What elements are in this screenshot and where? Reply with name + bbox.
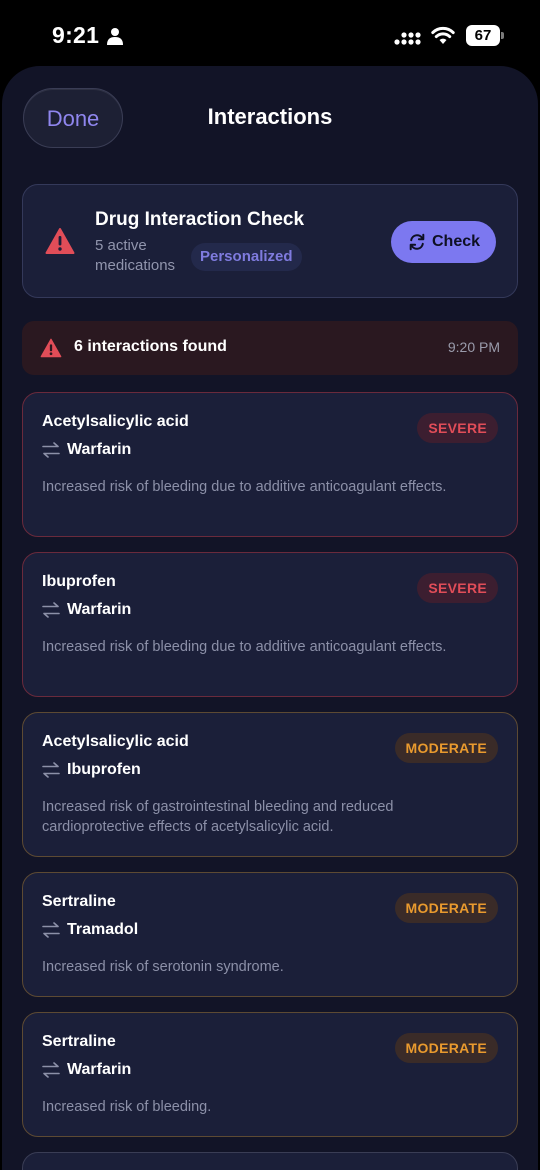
severity-badge: SEVERE <box>417 413 498 443</box>
interactions-found-text: 6 interactions found <box>74 338 227 355</box>
swap-arrows-icon <box>42 602 60 618</box>
interaction-card-partial[interactable] <box>22 1152 518 1170</box>
primary-drug: Sertraline <box>42 893 116 910</box>
battery-indicator: 67 <box>466 25 500 46</box>
person-icon <box>107 28 123 45</box>
swap-arrows-icon <box>42 922 60 938</box>
interacting-drug: Warfarin <box>67 601 132 618</box>
check-title: Drug Interaction Check <box>95 209 305 230</box>
swap-arrows-icon <box>42 1062 60 1078</box>
interacting-drug: Warfarin <box>67 1061 132 1078</box>
interaction-card[interactable]: Acetylsalicylic acid Warfarin Increased … <box>22 392 518 537</box>
interactions-sheet: Done Interactions Drug Interaction Check… <box>2 66 538 1170</box>
interactions-screen: 9:21 67 Done Interactions Drug Interacti… <box>0 0 540 1170</box>
severity-badge: MODERATE <box>394 733 498 763</box>
interacting-drug: Tramadol <box>67 921 139 938</box>
status-time: 9:21 <box>52 22 100 48</box>
refresh-icon <box>409 233 425 251</box>
check-button-label: Check <box>432 233 481 250</box>
interaction-card[interactable]: Sertraline Tramadol Increased risk of se… <box>22 872 518 997</box>
primary-drug: Ibuprofen <box>42 573 116 590</box>
interaction-description: Increased risk of bleeding. <box>42 1099 212 1115</box>
last-checked-time: 9:20 PM <box>447 339 500 355</box>
severity-badge: MODERATE <box>394 1033 498 1063</box>
swap-arrows-icon <box>42 762 60 778</box>
wifi-icon <box>431 26 455 44</box>
interacting-drug: Warfarin <box>67 441 132 458</box>
severity-badge: MODERATE <box>394 893 498 923</box>
swap-arrows-icon <box>42 442 60 458</box>
personalized-badge: Personalized <box>191 243 302 271</box>
check-button[interactable]: Check <box>391 221 496 263</box>
battery-cap <box>501 32 504 39</box>
interacting-drug: Ibuprofen <box>67 761 141 778</box>
active-medications-count: 5 active medications <box>95 237 176 274</box>
primary-drug: Sertraline <box>42 1033 116 1050</box>
interaction-check-card: Drug Interaction Check 5 active medicati… <box>22 184 518 298</box>
interactions-found-banner: 6 interactions found 9:20 PM <box>22 321 518 375</box>
interaction-description: Increased risk of bleeding due to additi… <box>42 479 447 495</box>
interaction-card[interactable]: Acetylsalicylic acid Ibuprofen Increased… <box>22 712 518 857</box>
primary-drug: Acetylsalicylic acid <box>42 413 189 430</box>
primary-drug: Acetylsalicylic acid <box>42 733 189 750</box>
warning-triangle-icon <box>40 338 62 358</box>
page-title: Interactions <box>207 104 333 129</box>
interaction-description: Increased risk of serotonin syndrome. <box>42 959 284 975</box>
interaction-description: Increased risk of bleeding due to additi… <box>42 639 447 655</box>
warning-triangle-icon <box>45 228 75 254</box>
interaction-card[interactable]: Sertraline Warfarin Increased risk of bl… <box>22 1012 518 1137</box>
status-bar: 9:21 67 <box>0 0 540 72</box>
cellular-signal-icon <box>394 32 421 45</box>
interaction-card[interactable]: Ibuprofen Warfarin Increased risk of ble… <box>22 552 518 697</box>
interaction-description: Increased risk of gastrointestinal bleed… <box>42 799 394 835</box>
severity-badge: SEVERE <box>417 573 498 603</box>
